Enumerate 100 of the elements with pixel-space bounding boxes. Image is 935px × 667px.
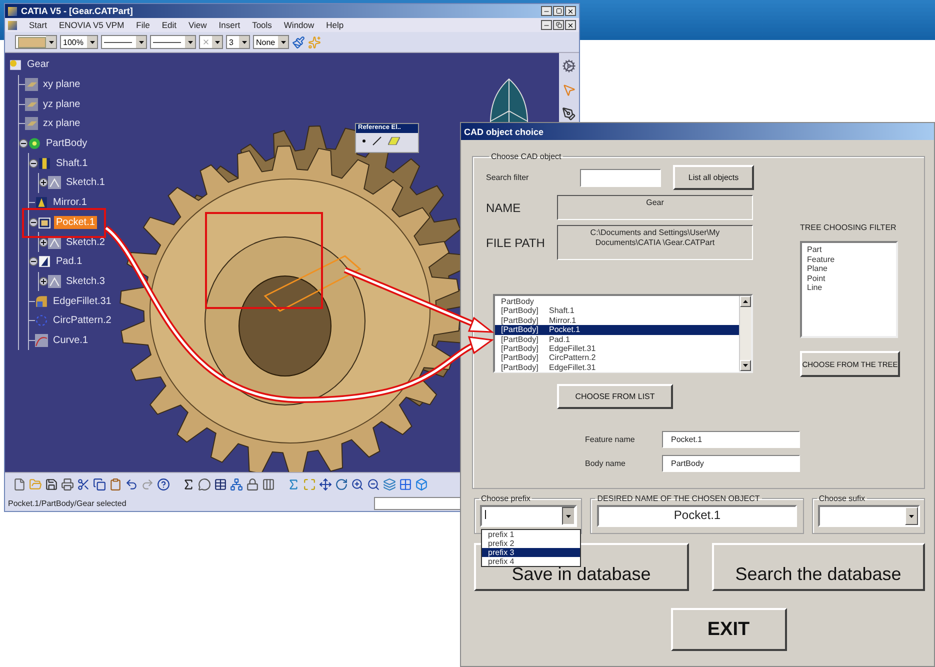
tree-item[interactable]: Sketch.2 bbox=[64, 236, 107, 249]
list-item[interactable]: Feature bbox=[807, 254, 891, 264]
plane-icon bbox=[25, 117, 38, 130]
body-name-field[interactable]: PartBody bbox=[662, 455, 800, 472]
search-button[interactable]: Search the database bbox=[712, 543, 925, 591]
network-icon[interactable] bbox=[230, 478, 243, 490]
down-arrow-icon bbox=[908, 514, 914, 518]
lock-icon[interactable] bbox=[246, 478, 259, 490]
list-item[interactable]: Plane bbox=[807, 264, 891, 274]
object-list[interactable]: PartBody [PartBody] Shaft.1 [PartBody] Mirror.1 [PartBody] Pocket.1 [PartBody] Pad.1 [PartBody] EdgeFillet.31 [PartBody] CircPattern.2 [PartBody] EdgeFillet.31 bbox=[493, 294, 753, 373]
tree-item[interactable]: zx plane bbox=[41, 117, 82, 130]
pen-icon[interactable] bbox=[562, 107, 576, 121]
save-icon[interactable] bbox=[45, 478, 58, 490]
tree-item[interactable]: CircPattern.2 bbox=[51, 314, 114, 328]
tree-item[interactable]: Curve.1 bbox=[51, 334, 90, 347]
grid-icon[interactable] bbox=[399, 478, 412, 490]
menu-item[interactable]: View bbox=[188, 20, 207, 30]
tree-item[interactable]: EdgeFillet.31 bbox=[51, 294, 114, 308]
status-text: Pocket.1/PartBody/Gear selected bbox=[8, 498, 128, 508]
sketch-icon bbox=[48, 176, 61, 190]
menu-item[interactable]: File bbox=[136, 20, 150, 30]
filter-dropdown[interactable]: None bbox=[253, 35, 289, 49]
rotate-icon[interactable] bbox=[335, 478, 348, 490]
tree-item[interactable]: Gear bbox=[25, 58, 52, 72]
menu-item[interactable]: Insert bbox=[218, 20, 240, 30]
window-title: CATIA V5 - [Gear.CATPart] bbox=[21, 6, 134, 16]
path-field: C:\Documents and Settings\User\My Documents\CATIA \Gear.CATPart bbox=[557, 225, 753, 260]
list-item[interactable]: Line bbox=[807, 283, 891, 293]
columns-icon[interactable] bbox=[262, 478, 275, 490]
zoom-in-icon[interactable] bbox=[351, 478, 364, 490]
zoom-dropdown[interactable]: 100% bbox=[60, 35, 98, 49]
zoom-out-icon[interactable] bbox=[367, 478, 380, 490]
name-field: Gear bbox=[557, 195, 753, 220]
menu-item[interactable]: Tools bbox=[252, 20, 272, 30]
restore-button[interactable] bbox=[553, 20, 564, 30]
sigma-icon[interactable] bbox=[182, 478, 195, 490]
linetype-dropdown[interactable] bbox=[101, 35, 147, 49]
menu-item[interactable]: Help bbox=[326, 20, 344, 30]
layers-icon[interactable] bbox=[383, 478, 396, 490]
close-button[interactable] bbox=[565, 20, 576, 30]
close-button[interactable] bbox=[565, 6, 576, 16]
exit-button[interactable]: EXIT bbox=[670, 608, 786, 651]
tree-item[interactable]: Mirror.1 bbox=[51, 196, 89, 210]
tree-item[interactable]: xy plane bbox=[41, 78, 82, 92]
tree-item[interactable]: Pad.1 bbox=[54, 255, 84, 268]
menu-item[interactable]: ENOVIA V5 VPM bbox=[58, 20, 124, 30]
minimize-button[interactable] bbox=[541, 6, 552, 16]
point-icon[interactable] bbox=[362, 139, 366, 143]
part-icon bbox=[9, 58, 22, 72]
plus-icon[interactable] bbox=[39, 238, 48, 247]
group-title: DESIRED NAME OF THE CHOSEN OBJECT bbox=[596, 494, 761, 503]
tree-item[interactable]: Sketch.1 bbox=[64, 176, 107, 190]
suffix-dropdown[interactable] bbox=[818, 505, 920, 527]
minus-icon[interactable] bbox=[19, 139, 28, 148]
plus-icon[interactable] bbox=[39, 178, 48, 188]
maximize-button[interactable] bbox=[553, 6, 564, 16]
minimize-button[interactable] bbox=[541, 20, 552, 30]
layer-dropdown[interactable]: 3 bbox=[226, 35, 250, 49]
app-icon bbox=[8, 6, 17, 16]
paste-icon[interactable] bbox=[109, 478, 122, 490]
choose-from-list-button[interactable]: CHOOSE FROM LIST bbox=[557, 384, 673, 409]
plus-icon[interactable] bbox=[39, 276, 48, 286]
search-field[interactable] bbox=[580, 168, 661, 186]
mirror-icon bbox=[35, 196, 48, 210]
new-file-icon[interactable] bbox=[13, 478, 26, 490]
tree-item[interactable]: PartBody bbox=[44, 137, 90, 150]
list-item[interactable]: Part bbox=[807, 245, 891, 255]
undo-icon[interactable] bbox=[125, 478, 138, 490]
speech-bubble-icon[interactable] bbox=[198, 478, 211, 490]
feature-name-field[interactable]: Pocket.1 bbox=[662, 431, 800, 448]
move-icon[interactable] bbox=[319, 478, 332, 490]
line-icon[interactable] bbox=[372, 136, 382, 146]
menu-item[interactable]: Window bbox=[284, 20, 314, 30]
help-icon[interactable] bbox=[157, 478, 170, 490]
point-style-dropdown[interactable] bbox=[199, 35, 223, 49]
minus-icon[interactable] bbox=[29, 158, 38, 168]
minus-icon[interactable] bbox=[29, 257, 38, 266]
dropdown-option[interactable]: prefix 3 bbox=[482, 548, 580, 557]
tree-item[interactable]: yz plane bbox=[41, 98, 82, 111]
tree-item[interactable]: Sketch.3 bbox=[64, 274, 107, 288]
filter-list[interactable]: Part Feature Plane Point Line bbox=[800, 241, 898, 338]
field-label: NAME bbox=[486, 200, 522, 214]
table-icon[interactable] bbox=[214, 478, 227, 490]
printer-icon[interactable] bbox=[61, 478, 74, 490]
color-dropdown[interactable] bbox=[15, 35, 57, 49]
list-all-button[interactable]: List all objects bbox=[673, 165, 754, 190]
tree-item[interactable]: Shaft.1 bbox=[54, 156, 90, 170]
list-item[interactable]: Point bbox=[807, 274, 891, 284]
minus-icon[interactable] bbox=[29, 218, 38, 227]
dropdown-button[interactable] bbox=[562, 507, 575, 525]
scissors-icon[interactable] bbox=[77, 478, 90, 490]
curve-icon bbox=[35, 334, 48, 347]
list-item[interactable]: [PartBody] Pocket.1 bbox=[495, 325, 739, 335]
desired-name-field[interactable]: Pocket.1 bbox=[597, 505, 798, 527]
cube-icon[interactable] bbox=[415, 478, 428, 490]
copy-icon[interactable] bbox=[93, 478, 106, 490]
menu-item[interactable]: Start bbox=[29, 20, 47, 30]
lineweight-dropdown[interactable] bbox=[150, 35, 196, 49]
brush-icon[interactable] bbox=[292, 36, 305, 48]
menu-item[interactable]: Edit bbox=[162, 20, 177, 30]
